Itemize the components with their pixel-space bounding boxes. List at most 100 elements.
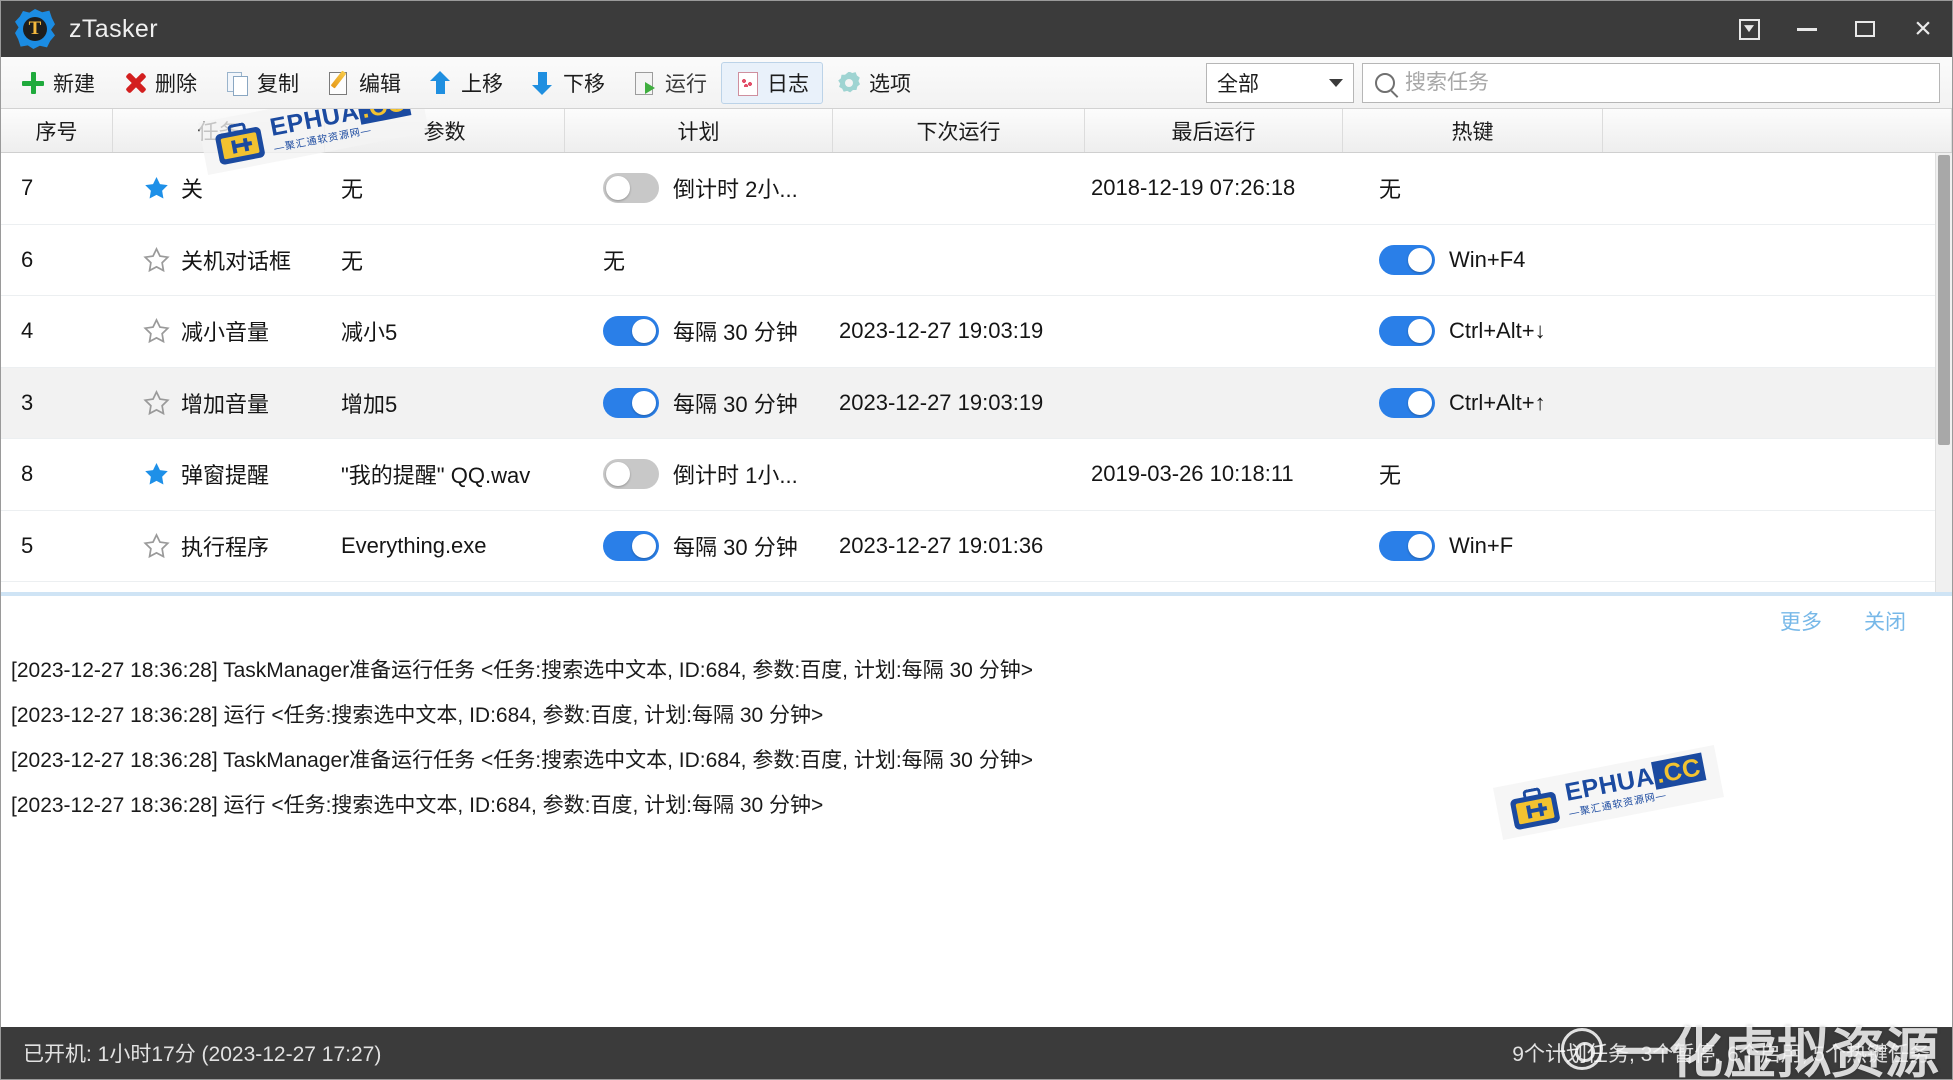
- plan-toggle[interactable]: [603, 530, 659, 561]
- close-button[interactable]: ×: [1894, 1, 1952, 57]
- hotkey-toggle[interactable]: [1379, 387, 1435, 418]
- star-outline-icon[interactable]: [143, 318, 170, 344]
- cell-hotkey: 无: [1343, 582, 1603, 592]
- log-more-link[interactable]: 更多: [1780, 606, 1822, 636]
- cell-param: Everything.exe: [341, 532, 487, 558]
- plan-toggle[interactable]: [603, 316, 659, 347]
- hotkey-toggle[interactable]: [1379, 316, 1435, 347]
- hotkey-toggle[interactable]: [1379, 530, 1435, 561]
- column-header-plan[interactable]: 计划: [565, 109, 833, 152]
- search-box[interactable]: [1362, 62, 1940, 103]
- toolbar-edit-button[interactable]: 编辑: [313, 62, 415, 104]
- table-scrollbar-thumb[interactable]: [1938, 155, 1950, 445]
- column-header-next[interactable]: 下次运行: [833, 109, 1085, 152]
- cell-index: 6: [21, 246, 34, 272]
- cell-next-run: [833, 439, 1085, 510]
- cell-spacer: [1603, 153, 1952, 224]
- cell-plan: 倒计时 1小...: [565, 439, 833, 510]
- cell-task: 关: [113, 153, 325, 224]
- app-logo-letter: T: [28, 18, 42, 39]
- table-row[interactable]: 4 减小音量 减小5 每隔 30 分钟 2023-12-27 19:03:19 Ctrl+…: [1, 296, 1952, 368]
- cell-task-label: 关: [181, 177, 204, 203]
- table-scrollbar[interactable]: [1935, 153, 1952, 592]
- toolbar-move-down-button[interactable]: 下移: [517, 62, 619, 104]
- star-outline-icon[interactable]: [143, 246, 170, 273]
- cell-last-run: [1085, 296, 1343, 367]
- cell-hotkey: 无: [1343, 153, 1603, 224]
- table-header-row: 序号 任务 参数 计划 下次运行 最后运行 热键: [1, 109, 1952, 153]
- cell-spacer: [1603, 225, 1952, 296]
- minimize-button[interactable]: [1778, 1, 1836, 57]
- cell-next-run: [833, 225, 1085, 296]
- cell-task: 执行程序: [113, 511, 325, 582]
- cell-hotkey: 无: [1343, 439, 1603, 510]
- column-header-hotkey[interactable]: 热键: [1343, 109, 1603, 152]
- toolbar-options-button[interactable]: 选项: [823, 62, 925, 104]
- column-header-spacer: [1603, 109, 1952, 152]
- maximize-button[interactable]: [1836, 1, 1894, 57]
- cell-param: 减小5: [341, 320, 398, 346]
- window-title: zTasker: [69, 14, 158, 43]
- tray-button[interactable]: [1720, 1, 1778, 57]
- table-row[interactable]: 5 执行程序 Everything.exe 每隔 30 分钟 2023-12-27 19…: [1, 511, 1952, 582]
- log-lines: [2023-12-27 18:36:28] TaskManager准备运行任务 …: [1, 640, 1952, 828]
- toolbar-move-down-label: 下移: [563, 72, 605, 96]
- plan-toggle[interactable]: [603, 459, 659, 490]
- star-outline-icon[interactable]: [143, 532, 170, 559]
- toolbar-edit-label: 编辑: [359, 72, 401, 96]
- cell-plan-label: 无: [603, 248, 626, 274]
- log-icon: [735, 71, 759, 96]
- cell-hotkey-label: Win+F4: [1449, 246, 1526, 272]
- cell-plan-label: 每隔 30 分钟: [673, 534, 798, 560]
- table-row[interactable]: 7 关 无 倒计时 2小... 2018-12-19 07:26:18 无: [1, 153, 1952, 225]
- cell-next-run: 2023-12-27 19:03:19: [839, 318, 1044, 344]
- log-close-link[interactable]: 关闭: [1864, 606, 1906, 636]
- star-filled-icon[interactable]: [143, 461, 170, 487]
- star-filled-icon[interactable]: [143, 175, 170, 201]
- cell-hotkey-label: Win+F: [1449, 532, 1514, 558]
- cell-spacer: [1603, 439, 1952, 510]
- filter-dropdown[interactable]: 全部: [1206, 62, 1354, 103]
- cell-plan: 每隔 30 分钟: [565, 511, 833, 582]
- hotkey-toggle[interactable]: [1379, 244, 1435, 275]
- close-icon: ×: [1914, 12, 1932, 45]
- star-outline-icon[interactable]: [143, 389, 170, 416]
- log-line: [2023-12-27 18:36:28] TaskManager准备运行任务 …: [11, 749, 1033, 772]
- column-header-index[interactable]: 序号: [1, 109, 113, 152]
- toolbar-log-button[interactable]: 日志: [721, 61, 823, 104]
- log-panel: 更多 关闭 [2023-12-27 18:36:28] TaskManager准…: [1, 596, 1952, 1027]
- plan-toggle[interactable]: [603, 173, 659, 204]
- watermark-overlay-text: 一化虚拟资源: [1561, 1009, 1939, 1080]
- app-logo-icon: T: [15, 9, 55, 49]
- cell-plan-label: 倒计时 2小...: [673, 177, 798, 203]
- table-row[interactable]: 3 增加音量 增加5 每隔 30 分钟 2023-12-27 19:03:19 Ctrl+…: [1, 367, 1952, 439]
- cell-last-run: [1085, 511, 1343, 582]
- search-input[interactable]: [1405, 70, 1927, 95]
- watermark-circle-icon: [1561, 1027, 1603, 1070]
- column-header-last[interactable]: 最后运行: [1085, 109, 1343, 152]
- cell-param: 增加5: [341, 391, 398, 417]
- cell-plan: 倒计时 2小...: [565, 153, 833, 224]
- toolbar-new-button[interactable]: 新建: [7, 62, 109, 104]
- toolbar-delete-button[interactable]: 删除: [109, 62, 211, 104]
- plus-icon: [21, 71, 45, 95]
- ztasker-window: T zTasker × 新建 删除 复制 编辑 上移 下移 运行 日志 选项 全…: [0, 0, 1953, 1080]
- column-header-param[interactable]: 参数: [325, 109, 565, 152]
- toolbar-copy-button[interactable]: 复制: [211, 62, 313, 104]
- toolbar-run-button[interactable]: 运行: [619, 62, 721, 104]
- table-row[interactable]: 8 弹窗提醒 "我的提醒" QQ.wav 倒计时 1小... 2019-03-26 10…: [1, 439, 1952, 511]
- arrow-up-icon: [429, 70, 453, 95]
- plan-toggle[interactable]: [603, 387, 659, 418]
- cell-task-label: 增加音量: [181, 391, 270, 417]
- cell-next-run: 2023-12-27 19:03:19: [839, 389, 1044, 415]
- toolbar-run-label: 运行: [665, 72, 707, 96]
- status-uptime: 已开机: 1小时17分 (2023-12-27 17:27): [23, 1043, 382, 1066]
- column-header-task[interactable]: 任务: [113, 109, 325, 152]
- task-table: 序号 任务 参数 计划 下次运行 最后运行 热键 7 关无倒计时 2小... 201…: [1, 109, 1952, 592]
- toolbar-move-up-button[interactable]: 上移: [415, 62, 517, 104]
- table-row[interactable]: 9报时音量4 钟声: Bell整点|半点2023-12-27 19:00:002…: [1, 582, 1952, 592]
- toolbar-move-up-label: 上移: [461, 72, 503, 96]
- table-row[interactable]: 6 关机对话框 无 无 Win+F4: [1, 225, 1952, 296]
- cell-task: 增加音量: [113, 368, 325, 439]
- cell-plan: 整点|半点: [565, 582, 833, 592]
